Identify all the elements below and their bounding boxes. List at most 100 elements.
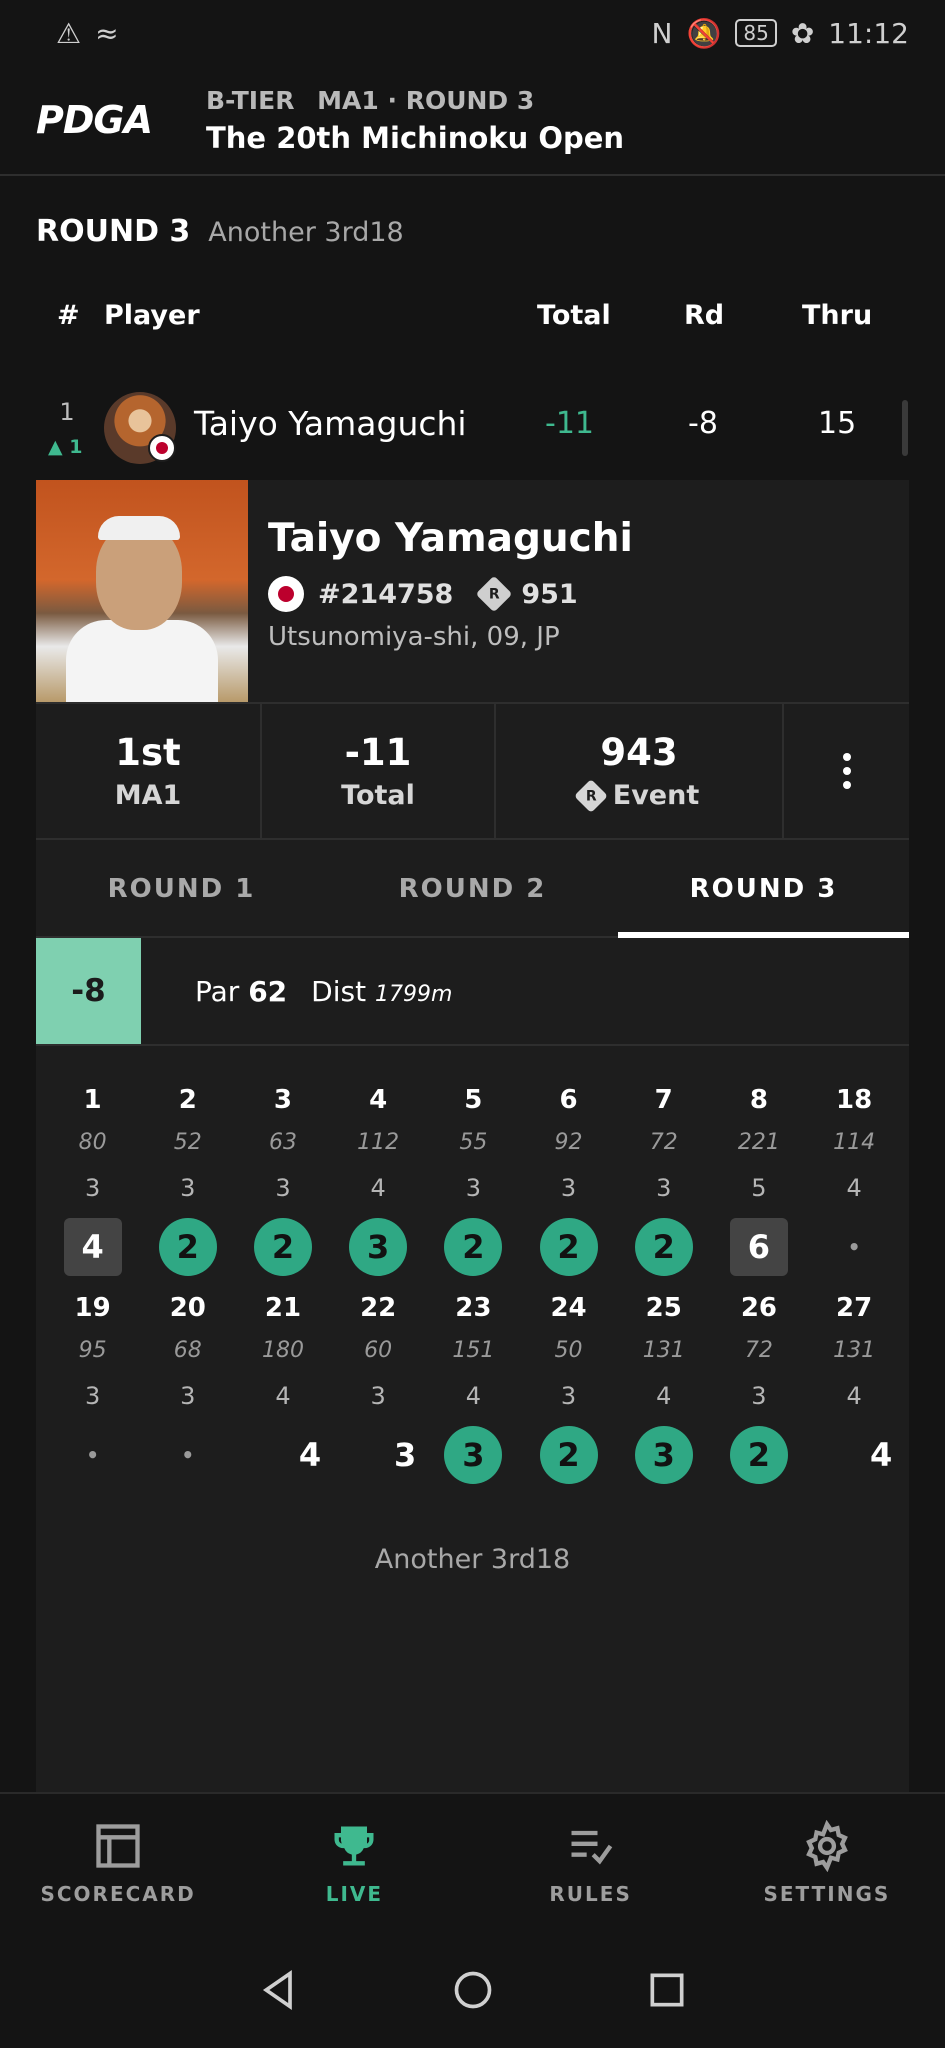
- hole-par: 4: [656, 1382, 672, 1410]
- player-rating: 951: [521, 578, 578, 610]
- leaderboard-header: # Player Total Rd Thru: [0, 300, 945, 336]
- hole-distance: 55: [459, 1130, 488, 1155]
- hole-number: 7: [654, 1085, 673, 1115]
- col-thru[interactable]: Thru: [802, 300, 872, 331]
- hole-number: 19: [74, 1293, 111, 1323]
- home-icon[interactable]: [451, 1968, 495, 2012]
- tab-round-2[interactable]: ROUND 2: [327, 842, 618, 936]
- hole-number: 21: [264, 1293, 302, 1323]
- hole-number: 23: [455, 1293, 492, 1323]
- rank-movement: ▲ 1: [48, 436, 83, 458]
- hole-number: 18: [836, 1085, 873, 1115]
- hole-cell[interactable]: 27 131 4 4: [807, 1288, 902, 1492]
- player-round-score: -8: [688, 406, 718, 441]
- hole-distance: 92: [554, 1130, 583, 1155]
- hole-cell[interactable]: 7 72 3 2: [616, 1080, 711, 1284]
- player-card: Taiyo Yamaguchi #214758 R 951 Utsunomiya…: [36, 480, 909, 1792]
- nav-settings[interactable]: SETTINGS: [709, 1794, 945, 1932]
- hole-number: 26: [740, 1293, 777, 1323]
- mute-icon: 🔕: [686, 16, 722, 50]
- hole-score: 3: [444, 1426, 503, 1484]
- hole-distance: 72: [744, 1338, 773, 1363]
- hole-row: 1 80 3 4 2 52 3 2 3 63 3 2 4 112 4 3 5 55 3 2 6 92 3 2 7 72 3 2 8 221…: [36, 1080, 909, 1284]
- hole-score: 4: [869, 1436, 893, 1474]
- hole-par: 4: [465, 1382, 481, 1410]
- back-icon[interactable]: [257, 1968, 301, 2012]
- hole-cell[interactable]: 23 151 4 3: [426, 1288, 521, 1492]
- more-options-icon[interactable]: [784, 704, 909, 838]
- hole-par: 3: [560, 1382, 577, 1410]
- hole-cell[interactable]: 1 80 3 4: [45, 1080, 140, 1284]
- hole-number: 1: [83, 1085, 102, 1115]
- hole-number: 25: [645, 1293, 682, 1323]
- hole-score: 2: [444, 1218, 503, 1276]
- hole-score: 2: [158, 1218, 217, 1276]
- hole-cell[interactable]: 21 180 4 4: [235, 1288, 330, 1492]
- player-rank: 1: [59, 398, 75, 426]
- hole-cell[interactable]: 24 50 3 2: [521, 1288, 616, 1492]
- hole-distance: 50: [554, 1338, 583, 1363]
- hole-par: 3: [370, 1382, 386, 1410]
- hole-number: 5: [464, 1085, 483, 1115]
- hole-cell[interactable]: 25 131 4 3: [616, 1288, 711, 1492]
- nav-scorecard[interactable]: SCORECARD: [0, 1794, 236, 1932]
- col-player[interactable]: Player: [104, 300, 200, 331]
- hole-par: 3: [84, 1382, 101, 1410]
- hole-cell[interactable]: 19 95 3 •: [45, 1288, 140, 1492]
- hole-cell[interactable]: 26 72 3 2: [711, 1288, 806, 1492]
- course-distance: Dist 1799m: [311, 974, 453, 1008]
- tab-round-3[interactable]: ROUND 3: [618, 842, 909, 938]
- hole-distance: 131: [833, 1338, 876, 1363]
- col-total[interactable]: Total: [537, 300, 611, 331]
- hole-number: 24: [550, 1293, 587, 1323]
- japan-flag-icon: [268, 576, 304, 612]
- wifi-icon: ≈: [95, 16, 119, 50]
- hole-score: 2: [539, 1426, 598, 1484]
- hole-cell[interactable]: 8 221 5 6: [711, 1080, 806, 1284]
- hole-distance: 114: [833, 1130, 876, 1155]
- col-rd[interactable]: Rd: [684, 300, 724, 331]
- player-card-meta: #214758 R 951: [268, 575, 578, 613]
- hole-cell[interactable]: 22 60 3 3: [331, 1288, 426, 1492]
- hole-number: 2: [178, 1085, 197, 1115]
- hole-score: 6: [729, 1218, 788, 1276]
- player-stats: 1st MA1 -11 Total 943 R Event: [36, 702, 909, 840]
- nav-rules[interactable]: RULES: [473, 1794, 709, 1932]
- up-arrow-icon: ▲: [48, 436, 63, 458]
- rules-icon: [571, 1830, 612, 1865]
- hole-cell[interactable]: 3 63 3 2: [235, 1080, 330, 1284]
- leaderboard-row[interactable]: 1 ▲ 1 Taiyo Yamaguchi -11 -8 15: [0, 380, 945, 480]
- hole-distance: 112: [357, 1130, 400, 1155]
- hole-cell[interactable]: 6 92 3 2: [521, 1080, 616, 1284]
- hole-scores: 1 80 3 4 2 52 3 2 3 63 3 2 4 112 4 3 5 55 3 2 6 92 3 2 7 72 3 2 8 221…: [36, 1080, 909, 1492]
- hole-distance: 68: [173, 1338, 202, 1363]
- hole-cell[interactable]: 20 68 3 •: [140, 1288, 235, 1492]
- rating-icon: R: [475, 575, 513, 613]
- course-par: Par 62: [195, 974, 288, 1008]
- col-rank[interactable]: #: [57, 300, 80, 331]
- hole-cell[interactable]: 18 114 4 •: [807, 1080, 902, 1284]
- hole-par: 3: [465, 1174, 481, 1202]
- hole-cell[interactable]: 2 52 3 2: [140, 1080, 235, 1284]
- scrollbar[interactable]: [902, 400, 908, 456]
- event-header[interactable]: PDGA B-TIER MA1 · ROUND 3 The 20th Michi…: [0, 66, 945, 176]
- hole-cell[interactable]: 4 112 4 3: [331, 1080, 426, 1284]
- player-photo[interactable]: [36, 480, 248, 702]
- hole-par: 4: [275, 1382, 291, 1410]
- hole-par: 5: [751, 1174, 767, 1202]
- nav-live[interactable]: LIVE: [236, 1794, 472, 1932]
- trophy-icon: [334, 1826, 374, 1866]
- hole-number: 3: [273, 1085, 293, 1115]
- player-total: -11: [545, 406, 594, 441]
- course-name: Another 3rd18: [208, 217, 404, 248]
- hole-score: 3: [349, 1218, 408, 1276]
- hole-cell[interactable]: 5 55 3 2: [426, 1080, 521, 1284]
- tier-label: B-TIER: [206, 85, 295, 115]
- hole-par: 3: [275, 1174, 291, 1202]
- recents-icon[interactable]: [645, 1968, 689, 2012]
- tab-round-1[interactable]: ROUND 1: [36, 842, 327, 936]
- event-subtitle: B-TIER MA1 · ROUND 3: [206, 86, 624, 115]
- player-location: Utsunomiya-shi, 09, JP: [268, 622, 560, 652]
- japan-flag-icon: [148, 434, 176, 462]
- round-score-badge: -8: [36, 938, 141, 1044]
